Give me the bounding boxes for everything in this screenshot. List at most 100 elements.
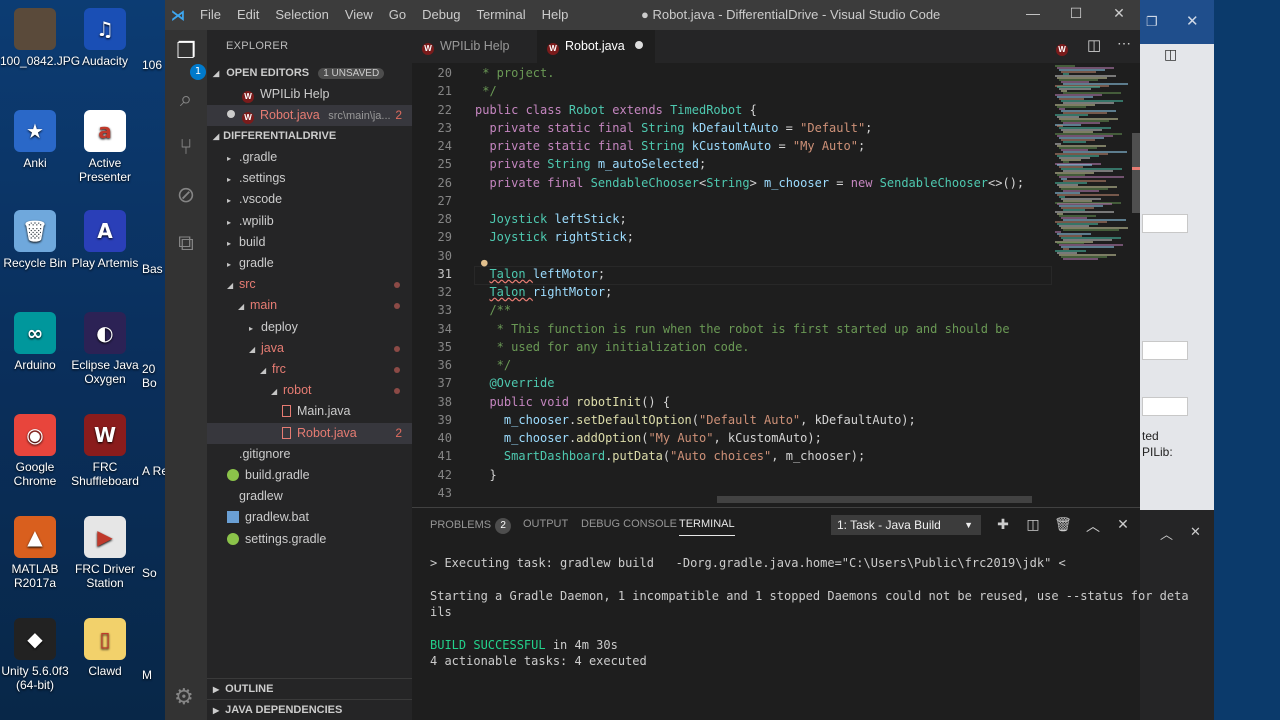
close-icon[interactable]: ✕	[1109, 5, 1129, 22]
tree-item[interactable]: ◢ frc	[207, 359, 412, 380]
panel-tab-terminal[interactable]: TERMINAL	[679, 518, 735, 536]
background-window-split-icon[interactable]: ◫	[1164, 46, 1177, 63]
background-window-field[interactable]	[1142, 341, 1188, 360]
scroll-thumb[interactable]	[1132, 133, 1140, 213]
tree-item[interactable]: ◢ src	[207, 274, 412, 295]
background-window-field[interactable]	[1142, 214, 1188, 233]
menu-item-debug[interactable]: Debug	[422, 7, 460, 22]
more-actions-icon[interactable]: ⋯	[1117, 35, 1131, 52]
split-editor-icon[interactable]: ◫	[1087, 36, 1101, 54]
tree-item[interactable]: ▸ .gradle	[207, 147, 412, 168]
desktop-icon[interactable]: A Play Artemis	[70, 210, 140, 270]
tree-item[interactable]: settings.gradle	[207, 529, 412, 550]
minimize-icon[interactable]: —	[1023, 5, 1043, 21]
open-editor-item[interactable]: W Robot.java src\main\ja... 2	[207, 105, 412, 126]
tree-item[interactable]: ◢ main	[207, 295, 412, 316]
terminal-select[interactable]: 1: Task - Java Build ▼	[831, 515, 981, 535]
desktop-icon[interactable]: ▯ Clawd	[70, 618, 140, 678]
code-line: private static final String kCustomAuto …	[475, 139, 865, 153]
tree-item[interactable]: ▸ .settings	[207, 168, 412, 189]
tab-wpilib-help[interactable]: W WPILib Help	[412, 30, 537, 63]
menu-item-terminal[interactable]: Terminal	[476, 7, 525, 22]
split-terminal-icon[interactable]: ◫	[1024, 516, 1042, 533]
desktop-icon[interactable]: a Active Presenter	[70, 110, 140, 184]
outline-label: OUTLINE	[225, 683, 274, 695]
background-window-field[interactable]	[1142, 397, 1188, 416]
code-token: (	[691, 412, 699, 427]
code-line: Joystick rightStick;	[475, 230, 634, 244]
menu-item-selection[interactable]: Selection	[275, 7, 328, 22]
desktop-icon[interactable]: ∞ Arduino	[0, 312, 70, 372]
trash-icon[interactable]: 🗑	[1054, 516, 1072, 533]
maximize-icon[interactable]: ☐	[1066, 5, 1086, 22]
code-token: , kCustomAuto);	[713, 431, 822, 445]
tree-item[interactable]: gradlew	[207, 486, 412, 507]
code-token: m_autoSelected	[597, 157, 699, 172]
tab-robot-java[interactable]: W Robot.java	[537, 30, 655, 63]
tree-item[interactable]: ▸ deploy	[207, 317, 412, 338]
vertical-scrollbar[interactable]	[1130, 63, 1140, 503]
desktop-icon[interactable]: ◆ Unity 5.6.0f3 (64-bit)	[0, 618, 70, 692]
menu-item-file[interactable]: File	[200, 7, 221, 22]
desktop-icon[interactable]: W FRC Shuffleboard	[70, 414, 140, 488]
open-editors-header[interactable]: ◢ OPEN EDITORS 1 UNSAVED	[207, 63, 412, 84]
lightbulb-icon[interactable]: ●	[481, 256, 488, 269]
tree-item[interactable]: build.gradle	[207, 465, 412, 486]
desktop-icon[interactable]: 🗑 Recycle Bin	[0, 210, 70, 270]
panel-tab-output[interactable]: OUTPUT	[523, 518, 568, 530]
desktop-icon-label: 100_0842.JPG	[0, 54, 81, 68]
menu-item-help[interactable]: Help	[542, 7, 569, 22]
panel-tab-problems[interactable]: PROBLEMS 2	[430, 518, 512, 534]
tree-item[interactable]: ◢ java	[207, 338, 412, 359]
extensions-icon[interactable]: ⧉	[172, 230, 200, 258]
tree-item[interactable]: ▸ .wpilib	[207, 211, 412, 232]
debug-icon[interactable]: ⊘	[172, 182, 200, 210]
tree-item[interactable]: gradlew.bat	[207, 507, 412, 528]
panel-tab-debug-console[interactable]: DEBUG CONSOLE	[581, 518, 677, 530]
wpilib-command-icon[interactable]: W	[1056, 38, 1074, 56]
outline-header[interactable]: ▶ OUTLINE	[207, 678, 412, 699]
unsaved-dot-icon[interactable]	[227, 110, 235, 118]
add-terminal-icon[interactable]: ✚	[994, 516, 1012, 533]
unsaved-dot-icon[interactable]	[634, 41, 643, 49]
chevron-up-icon[interactable]: ︿	[1160, 524, 1173, 543]
background-window-close-icon[interactable]: ✕	[1186, 12, 1199, 30]
code-line: private final SendableChooser<String> m_…	[475, 176, 1024, 190]
tree-item[interactable]: Main.java	[207, 401, 412, 422]
open-editor-item[interactable]: W WPILib Help	[207, 84, 412, 105]
java-dependencies-header[interactable]: ▶ JAVA DEPENDENCIES	[207, 699, 412, 720]
desktop-icon[interactable]: ▲ MATLAB R2017a	[0, 516, 70, 590]
close-panel-icon[interactable]: ✕	[1114, 516, 1132, 533]
code-editor[interactable]: 20 * project. 21 */ 22 public class Robot e…	[412, 63, 1140, 503]
tree-item[interactable]: ▸ gradle	[207, 253, 412, 274]
desktop-icon[interactable]: 100_0842.JPG	[0, 8, 81, 68]
project-header[interactable]: ◢ DIFFERENTIALDRIVE	[207, 126, 412, 147]
close-icon[interactable]: ✕	[1190, 524, 1201, 540]
tree-item[interactable]: .gitignore	[207, 444, 412, 465]
desktop-icon[interactable]: ▶ FRC Driver Station	[70, 516, 140, 590]
tree-item[interactable]: Robot.java 2	[207, 422, 412, 444]
background-window-restore-icon[interactable]: ❐	[1146, 14, 1158, 30]
desktop-icon[interactable]: ★ Anki	[0, 110, 70, 170]
files-icon[interactable]: ❐ 1	[172, 38, 206, 80]
menu-item-edit[interactable]: Edit	[237, 7, 259, 22]
desktop-icon[interactable]: ◉ Google Chrome	[0, 414, 70, 488]
horizontal-scrollbar[interactable]	[717, 496, 1032, 503]
source-control-icon[interactable]: ⑂	[172, 134, 200, 162]
minimap[interactable]	[1052, 63, 1130, 503]
desktop-icon[interactable]: ◐ Eclipse Java Oxygen	[70, 312, 140, 386]
search-icon[interactable]: ⌕	[172, 86, 200, 114]
tree-item[interactable]: ◢ robot	[207, 380, 412, 401]
menu-item-go[interactable]: Go	[389, 7, 406, 22]
gear-icon[interactable]: ⚙	[174, 684, 194, 710]
desktop-icon[interactable]: ♫ Audacity	[70, 8, 140, 68]
tree-item[interactable]: ▸ build	[207, 232, 412, 253]
maximize-panel-icon[interactable]: ︿	[1084, 516, 1102, 536]
app-icon: ▲	[14, 516, 56, 558]
code-line: Talon leftMotor;	[475, 267, 605, 281]
menu-item-view[interactable]: View	[345, 7, 373, 22]
app-icon: W	[84, 414, 126, 456]
terminal-line: > Executing task: gradlew build -Dorg.gr…	[430, 556, 1066, 570]
tree-item[interactable]: ▸ .vscode	[207, 189, 412, 210]
